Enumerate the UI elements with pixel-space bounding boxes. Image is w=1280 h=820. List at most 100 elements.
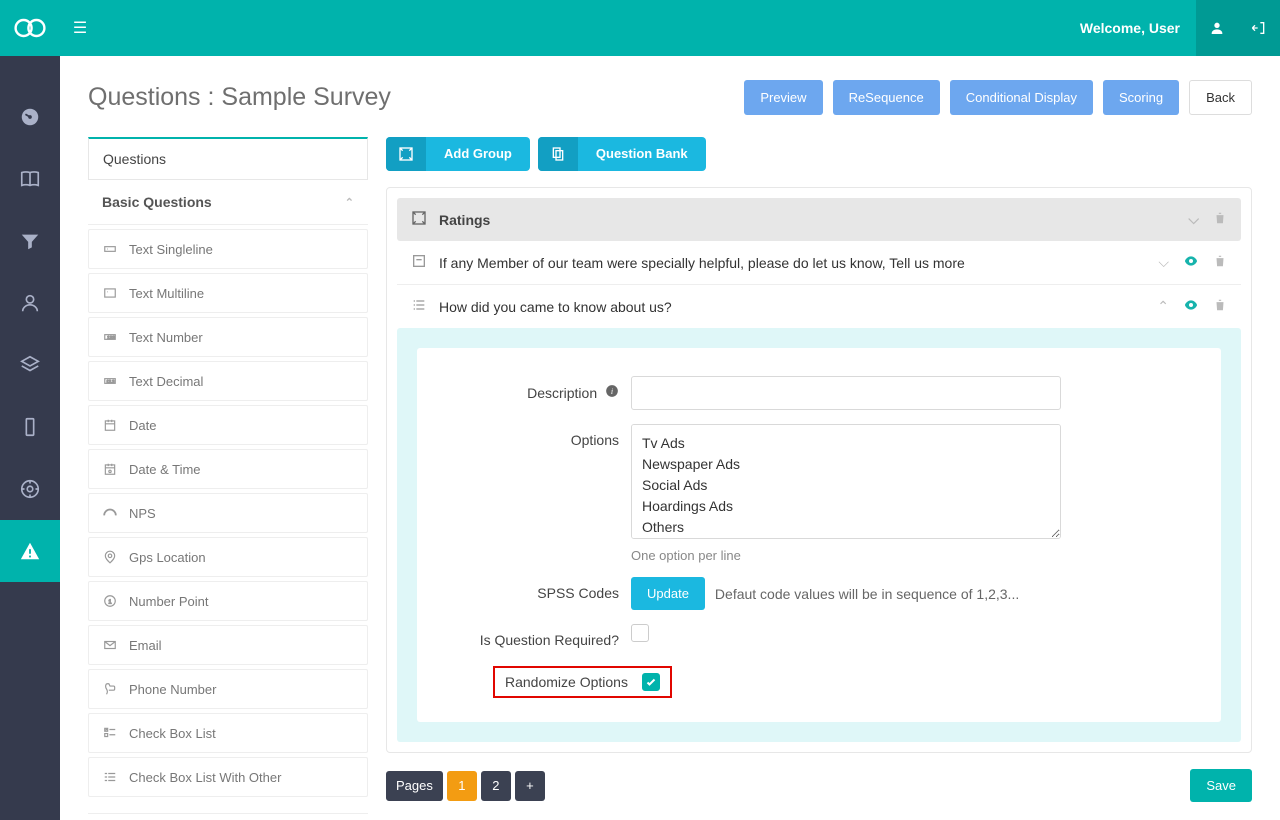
required-checkbox[interactable] — [631, 624, 649, 642]
qtype-item[interactable]: NPS — [88, 493, 368, 533]
question-bank-button[interactable]: Question Bank — [538, 137, 706, 171]
chevron-down-icon[interactable]: ⌵ — [1188, 211, 1199, 228]
qtype-icon — [101, 768, 119, 786]
nav-book-icon[interactable] — [0, 148, 60, 210]
trash-icon[interactable] — [1213, 254, 1227, 271]
question-row-1[interactable]: If any Member of our team were specially… — [397, 241, 1241, 285]
qtype-item[interactable]: Text Multiline — [88, 273, 368, 313]
eye-icon[interactable] — [1183, 253, 1199, 272]
label-options: Options — [441, 424, 631, 448]
group-title: Ratings — [439, 212, 490, 228]
logo[interactable] — [0, 0, 60, 56]
qtype-item[interactable]: Gps Location — [88, 537, 368, 577]
nav-dashboard-icon[interactable] — [0, 86, 60, 148]
question-text: If any Member of our team were specially… — [439, 255, 965, 271]
qtype-label: NPS — [129, 506, 156, 521]
label-randomize: Randomize Options — [505, 674, 628, 690]
info-icon[interactable]: i — [605, 384, 619, 398]
copy-icon — [538, 137, 578, 171]
qtype-label: Check Box List With Other — [129, 770, 281, 785]
user-icon[interactable] — [1196, 0, 1238, 56]
qtype-label: Check Box List — [129, 726, 216, 741]
qtype-label: Text Singleline — [129, 242, 213, 257]
qtype-icon — [101, 636, 119, 654]
qtype-icon — [101, 504, 119, 522]
save-button[interactable]: Save — [1190, 769, 1252, 802]
qtype-item[interactable]: Phone Number — [88, 669, 368, 709]
group-icon — [386, 137, 426, 171]
qtype-label: Text Number — [129, 330, 203, 345]
qtype-item[interactable]: Date — [88, 405, 368, 445]
svg-text:12.3: 12.3 — [107, 379, 116, 384]
question-editor: Description i Options — [397, 328, 1241, 742]
qtype-icon — [101, 548, 119, 566]
add-group-button[interactable]: Add Group — [386, 137, 530, 171]
main-content: Questions : Sample Survey Preview ReSequ… — [60, 56, 1280, 820]
nav-support-icon[interactable] — [0, 458, 60, 520]
question-types-panel: Questions Basic Questions ⌃ Text Singlel… — [88, 137, 368, 814]
menu-toggle-icon[interactable]: ☰ — [60, 18, 100, 38]
description-input[interactable] — [631, 376, 1061, 410]
options-textarea[interactable] — [631, 424, 1061, 539]
page-title: Questions : Sample Survey — [88, 83, 391, 112]
qtype-item[interactable]: 123 Text Number — [88, 317, 368, 357]
add-page-button[interactable]: + — [515, 771, 545, 801]
accordion-basic-questions[interactable]: Basic Questions ⌃ — [88, 180, 368, 225]
qtype-icon — [101, 240, 119, 258]
tab-questions[interactable]: Questions — [88, 137, 368, 180]
preview-button[interactable]: Preview — [744, 80, 822, 115]
qtype-label: Gps Location — [129, 550, 206, 565]
svg-text:123: 123 — [107, 335, 115, 340]
qtype-item[interactable]: Date & Time — [88, 449, 368, 489]
eye-icon[interactable] — [1183, 297, 1199, 316]
nav-alert-icon[interactable] — [0, 520, 60, 582]
spss-hint: Defaut code values will be in sequence o… — [715, 586, 1019, 602]
conditional-display-button[interactable]: Conditional Display — [950, 80, 1093, 115]
nav-mobile-icon[interactable] — [0, 396, 60, 458]
qtype-item[interactable]: 1 Number Point — [88, 581, 368, 621]
qtype-item[interactable]: 12.3 Text Decimal — [88, 361, 368, 401]
group-header[interactable]: Ratings ⌵ — [397, 198, 1241, 241]
question-text: How did you came to know about us? — [439, 299, 672, 315]
page-2-button[interactable]: 2 — [481, 771, 511, 801]
nav-filter-icon[interactable] — [0, 210, 60, 272]
question-row-2[interactable]: How did you came to know about us? ⌃ — [397, 285, 1241, 328]
trash-icon[interactable] — [1213, 211, 1227, 228]
label-required: Is Question Required? — [441, 624, 631, 648]
resequence-button[interactable]: ReSequence — [833, 80, 940, 115]
update-spss-button[interactable]: Update — [631, 577, 705, 610]
qtype-icon: 12.3 — [101, 372, 119, 390]
qtype-icon — [101, 460, 119, 478]
qtype-label: Date & Time — [129, 462, 201, 477]
qtype-icon — [101, 284, 119, 302]
qtype-label: Text Multiline — [129, 286, 204, 301]
pages-label: Pages — [386, 771, 443, 801]
back-button[interactable]: Back — [1189, 80, 1252, 115]
qtype-icon: 1 — [101, 592, 119, 610]
chevron-down-icon[interactable]: ⌵ — [1158, 254, 1169, 271]
group-icon — [411, 210, 427, 229]
pagination: Pages 1 2 + — [386, 771, 545, 801]
qtype-item[interactable]: Check Box List — [88, 713, 368, 753]
qtype-label: Text Decimal — [129, 374, 203, 389]
logout-icon[interactable] — [1238, 0, 1280, 56]
qtype-item[interactable]: Text Singleline — [88, 229, 368, 269]
qtype-item[interactable]: Check Box List With Other — [88, 757, 368, 797]
text-icon — [411, 253, 427, 272]
svg-text:1: 1 — [108, 599, 111, 605]
top-bar: ☰ Welcome, User — [0, 0, 1280, 56]
qtype-label: Number Point — [129, 594, 208, 609]
nav-layers-icon[interactable] — [0, 334, 60, 396]
label-spss: SPSS Codes — [441, 577, 631, 601]
scoring-button[interactable]: Scoring — [1103, 80, 1179, 115]
randomize-checkbox[interactable] — [642, 673, 660, 691]
qtype-label: Email — [129, 638, 162, 653]
qtype-icon: 123 — [101, 328, 119, 346]
trash-icon[interactable] — [1213, 298, 1227, 315]
nav-user-icon[interactable] — [0, 272, 60, 334]
page-1-button[interactable]: 1 — [447, 771, 477, 801]
qtype-icon — [101, 724, 119, 742]
survey-card: Ratings ⌵ If any Member of our team were… — [386, 187, 1252, 753]
qtype-item[interactable]: Email — [88, 625, 368, 665]
chevron-up-icon[interactable]: ⌃ — [1157, 298, 1169, 315]
